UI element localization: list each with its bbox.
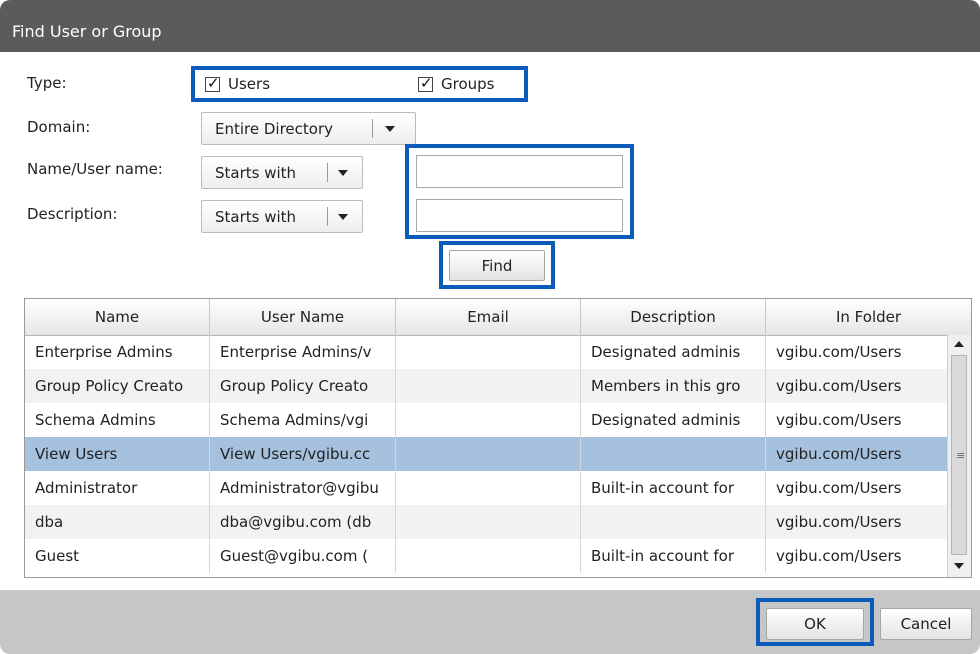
table-row[interactable]: Schema Admins Schema Admins/vgi Designat…: [25, 403, 947, 437]
cell-folder: vgibu.com/Users: [776, 377, 902, 395]
name-label: Name/User name:: [27, 160, 163, 178]
cell-name: Group Policy Creato: [25, 369, 210, 403]
column-header-user-name[interactable]: User Name: [210, 299, 396, 335]
cell-description: Built-in account for: [581, 539, 766, 573]
description-match-select[interactable]: Starts with: [201, 200, 363, 233]
users-checkbox-label: Users: [228, 75, 271, 93]
column-header-description[interactable]: Description: [581, 299, 766, 335]
description-input[interactable]: [416, 199, 623, 232]
table-header: Name User Name Email Description In Fold…: [25, 299, 971, 336]
cell-email: [396, 369, 581, 403]
cancel-button[interactable]: Cancel: [880, 608, 972, 640]
chevron-down-icon[interactable]: [338, 170, 348, 176]
cell-name: Schema Admins: [25, 403, 210, 437]
scrollbar-thumb[interactable]: ≡: [951, 355, 967, 555]
description-match-value: Starts with: [215, 207, 297, 226]
cell-name: dba: [25, 505, 210, 539]
results-table: Name User Name Email Description In Fold…: [24, 298, 972, 578]
column-header-name[interactable]: Name: [25, 299, 210, 335]
grip-icon: ≡: [956, 449, 966, 462]
cell-folder: vgibu.com/Users: [776, 445, 902, 463]
vertical-scrollbar[interactable]: ≡: [947, 335, 971, 577]
column-header-email[interactable]: Email: [396, 299, 581, 335]
cell-description: Designated adminis: [581, 335, 766, 369]
name-match-value: Starts with: [215, 163, 297, 182]
cell-description: [581, 505, 766, 539]
cell-user-name: Group Policy Creato: [210, 369, 396, 403]
cell-email: [396, 539, 581, 573]
checkmark-icon: ✓: [420, 73, 433, 92]
table-row[interactable]: Enterprise Admins Enterprise Admins/v De…: [25, 335, 947, 369]
name-input[interactable]: [416, 155, 623, 188]
cell-user-name: View Users/vgibu.cc: [210, 437, 396, 471]
ok-button[interactable]: OK: [766, 608, 864, 640]
cell-user-name: Enterprise Admins/v: [210, 335, 396, 369]
table-row-selected[interactable]: View Users View Users/vgibu.cc vgibu.com…: [25, 437, 947, 471]
select-divider: [327, 163, 328, 182]
cell-name: Enterprise Admins: [25, 335, 210, 369]
domain-select[interactable]: Entire Directory: [201, 112, 416, 145]
select-divider: [372, 119, 373, 138]
cell-user-name: Guest@vgibu.com (: [210, 539, 396, 573]
cell-folder: vgibu.com/Users: [776, 411, 902, 429]
cell-email: [396, 437, 581, 471]
cell-user-name: Administrator@vgibu: [210, 471, 396, 505]
description-label: Description:: [27, 205, 118, 223]
table-row[interactable]: Group Policy Creato Group Policy Creato …: [25, 369, 947, 403]
cell-folder: vgibu.com/Users: [776, 479, 902, 497]
cell-description: [581, 437, 766, 471]
cell-description: Designated adminis: [581, 403, 766, 437]
cell-folder: vgibu.com/Users: [776, 343, 902, 361]
title-bar[interactable]: Find User or Group: [0, 0, 980, 52]
type-label: Type:: [27, 74, 67, 92]
cell-name: View Users: [25, 437, 210, 471]
table-row[interactable]: dba dba@vgibu.com (db vgibu.com/Users: [25, 505, 947, 539]
select-divider: [327, 207, 328, 226]
table-row[interactable]: Administrator Administrator@vgibu Built-…: [25, 471, 947, 505]
column-header-in-folder[interactable]: In Folder: [766, 299, 971, 335]
chevron-down-icon[interactable]: [338, 214, 348, 220]
scroll-down-icon[interactable]: [954, 563, 964, 569]
cell-name: Administrator: [25, 471, 210, 505]
find-user-or-group-dialog: Find User or Group Type: ✓ Users ✓ Group…: [0, 0, 980, 654]
groups-checkbox[interactable]: ✓ Groups: [418, 73, 495, 93]
cell-description: Built-in account for: [581, 471, 766, 505]
cell-email: [396, 505, 581, 539]
scroll-up-icon[interactable]: [954, 341, 964, 347]
find-button[interactable]: Find: [449, 250, 545, 281]
table-row[interactable]: Guest Guest@vgibu.com ( Built-in account…: [25, 539, 947, 573]
cell-email: [396, 471, 581, 505]
checkmark-icon: ✓: [207, 73, 220, 92]
users-checkbox[interactable]: ✓ Users: [205, 73, 271, 93]
name-match-select[interactable]: Starts with: [201, 156, 363, 189]
cell-user-name: Schema Admins/vgi: [210, 403, 396, 437]
cell-email: [396, 403, 581, 437]
domain-select-value: Entire Directory: [215, 119, 334, 138]
chevron-down-icon[interactable]: [385, 126, 395, 132]
cell-email: [396, 335, 581, 369]
groups-checkbox-label: Groups: [441, 75, 495, 93]
cell-folder: vgibu.com/Users: [776, 513, 902, 531]
users-checkbox-box[interactable]: ✓: [205, 73, 220, 92]
groups-checkbox-box[interactable]: ✓: [418, 73, 433, 92]
window-title: Find User or Group: [12, 22, 162, 41]
domain-label: Domain:: [27, 118, 91, 136]
cell-folder: vgibu.com/Users: [776, 547, 902, 565]
cell-name: Guest: [25, 539, 210, 573]
cell-description: Members in this gro: [581, 369, 766, 403]
cell-user-name: dba@vgibu.com (db: [210, 505, 396, 539]
